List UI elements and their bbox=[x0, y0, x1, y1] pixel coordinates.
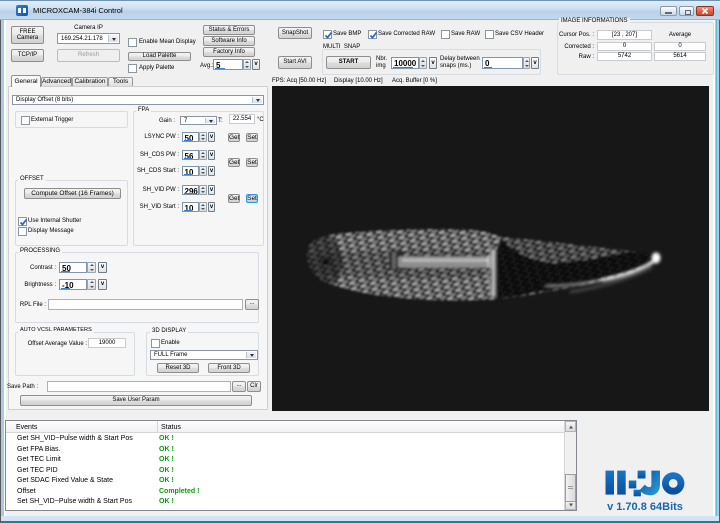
svg-text:v 1.70.8 64Bits: v 1.70.8 64Bits bbox=[607, 501, 683, 512]
